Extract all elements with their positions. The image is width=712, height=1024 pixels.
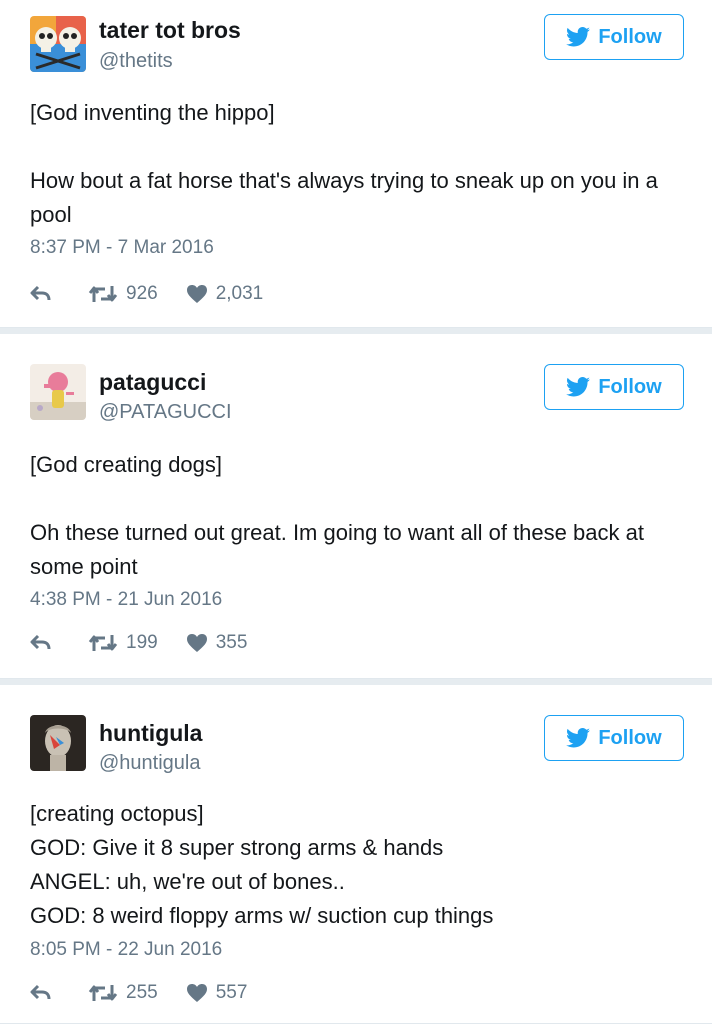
- follow-label: Follow: [598, 375, 662, 398]
- retweet-button[interactable]: 199: [88, 632, 158, 654]
- like-count: 557: [215, 982, 248, 1003]
- follow-button[interactable]: Follow: [544, 364, 684, 410]
- like-count: 355: [215, 632, 248, 653]
- reply-button[interactable]: [30, 285, 56, 303]
- tweet-text: [creating octopus] GOD: Give it 8 super …: [30, 801, 494, 928]
- reply-icon: [30, 634, 51, 650]
- tweet-text: [God inventing the hippo] How bout a fat…: [30, 100, 658, 227]
- follow-label: Follow: [598, 726, 662, 749]
- display-name[interactable]: patagucci: [99, 369, 206, 396]
- twitter-bird-icon: [566, 377, 591, 397]
- user-handle[interactable]: @huntigula: [99, 752, 200, 775]
- tweet-card: tater tot bros @thetits Follow [God inve…: [0, 0, 712, 328]
- follow-button[interactable]: Follow: [544, 14, 684, 60]
- like-count: 2,031: [215, 283, 264, 304]
- twitter-bird-icon: [566, 728, 591, 748]
- skulls-avatar-icon: [30, 16, 86, 72]
- cartoon-avatar-icon: [30, 364, 86, 420]
- heart-icon: [186, 984, 207, 1002]
- reply-button[interactable]: [30, 634, 56, 652]
- reply-icon: [30, 285, 51, 301]
- like-button[interactable]: 355: [186, 632, 248, 654]
- retweet-button[interactable]: 926: [88, 283, 158, 305]
- tweet-actions: 255 557: [30, 979, 247, 1007]
- tweet-timestamp[interactable]: 8:37 PM - 7 Mar 2016: [30, 237, 214, 259]
- avatar[interactable]: [30, 715, 86, 771]
- tweet-card: huntigula @huntigula Follow [creating oc…: [0, 685, 712, 1024]
- like-button[interactable]: 557: [186, 982, 248, 1004]
- display-name[interactable]: tater tot bros: [99, 17, 241, 44]
- tweet-actions: 926 2,031: [30, 280, 263, 308]
- avatar[interactable]: [30, 364, 86, 420]
- reply-icon: [30, 984, 51, 1000]
- tweet-timestamp[interactable]: 4:38 PM - 21 Jun 2016: [30, 589, 222, 611]
- statue-avatar-icon: [30, 715, 86, 771]
- retweet-count: 926: [126, 283, 158, 304]
- follow-button[interactable]: Follow: [544, 715, 684, 761]
- follow-label: Follow: [598, 25, 662, 48]
- tweet-timestamp[interactable]: 8:05 PM - 22 Jun 2016: [30, 939, 222, 961]
- retweet-icon: [88, 985, 118, 1001]
- heart-icon: [186, 634, 207, 652]
- reply-button[interactable]: [30, 984, 56, 1002]
- retweet-icon: [88, 286, 118, 302]
- display-name[interactable]: huntigula: [99, 720, 202, 747]
- user-handle[interactable]: @thetits: [99, 50, 173, 73]
- tweet-card: patagucci @PATAGUCCI Follow [God creatin…: [0, 334, 712, 679]
- tweet-text: [God creating dogs] Oh these turned out …: [30, 452, 644, 579]
- retweet-count: 199: [126, 632, 158, 653]
- twitter-bird-icon: [566, 27, 591, 47]
- retweet-count: 255: [126, 982, 158, 1003]
- tweet-actions: 199 355: [30, 629, 247, 657]
- retweet-button[interactable]: 255: [88, 982, 158, 1004]
- heart-icon: [186, 285, 207, 303]
- like-button[interactable]: 2,031: [186, 283, 264, 305]
- avatar[interactable]: [30, 16, 86, 72]
- user-handle[interactable]: @PATAGUCCI: [99, 401, 232, 424]
- retweet-icon: [88, 635, 118, 651]
